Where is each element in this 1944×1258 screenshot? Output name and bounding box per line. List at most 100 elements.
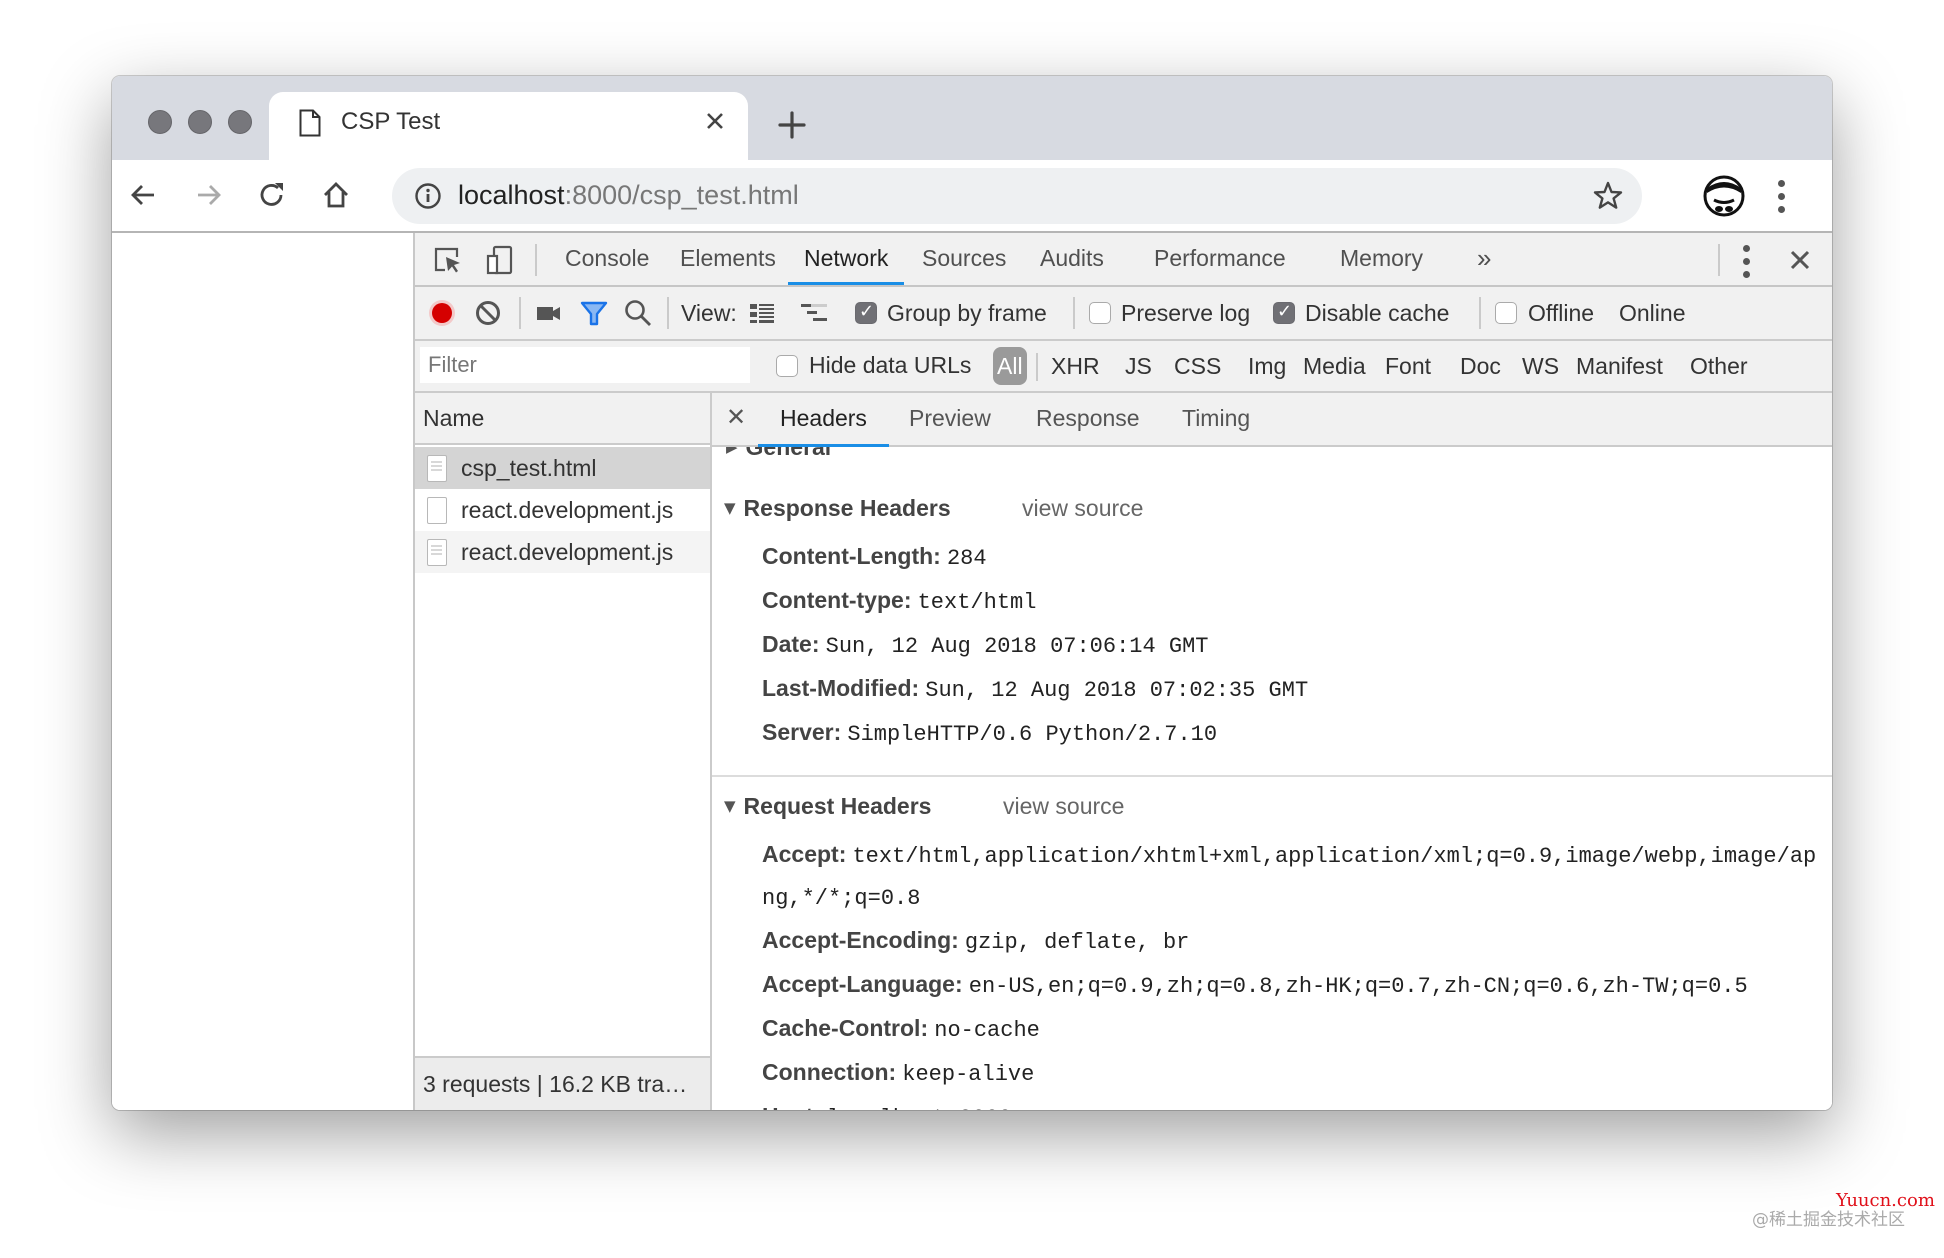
view-label: View: [681,300,737,326]
offline-label: Offline [1528,300,1595,326]
bookmark-star-icon[interactable] [1592,180,1624,212]
script-file-icon [427,497,447,524]
tab-title: CSP Test [341,108,441,135]
filter-type-ws[interactable]: WS [1518,347,1563,385]
response-view-source-link[interactable]: view source [1022,495,1143,522]
response-headers-toggle[interactable]: ▼ Response Headers [724,495,951,522]
throttling-select[interactable]: Online [1619,287,1685,339]
divider [1036,353,1038,381]
group-by-frame-checkbox[interactable] [855,301,877,324]
url-text[interactable]: localhost:8000/csp_test.html [458,180,799,211]
device-toolbar-icon[interactable] [485,245,515,275]
tab-audits[interactable]: Audits [1030,233,1114,285]
filter-type-other[interactable]: Other [1686,347,1752,385]
response-header-row: Date: Sun, 12 Aug 2018 07:06:14 GMT [762,631,1209,659]
request-row[interactable]: csp_test.html [415,447,710,489]
request-header-row: Accept-Language: en-US,en;q=0.9,zh;q=0.8… [762,971,1748,999]
filter-type-js[interactable]: JS [1121,347,1156,385]
browser-tab[interactable]: CSP Test [269,92,748,160]
clear-icon[interactable] [473,298,503,328]
tab-preview[interactable]: Preview [909,393,991,445]
request-headers-toggle[interactable]: ▼ Request Headers [724,793,931,820]
close-window-button[interactable] [148,110,172,134]
address-bar[interactable]: localhost:8000/csp_test.html [392,168,1642,224]
disable-cache-label: Disable cache [1305,300,1450,326]
site-info-icon[interactable] [414,182,442,210]
tab-timing[interactable]: Timing [1182,393,1250,445]
reload-icon[interactable] [254,177,290,213]
request-header-continuation: ng,*/*;q=0.8 [762,886,921,911]
search-icon[interactable] [623,298,653,328]
tab-network[interactable]: Network [787,233,905,285]
page-viewport [112,233,413,1110]
chrome-menu-icon[interactable] [1776,180,1786,214]
divider [519,297,521,329]
filter-type-manifest[interactable]: Manifest [1572,347,1667,385]
preserve-log-checkbox[interactable] [1089,302,1111,324]
tab-headers[interactable]: Headers [758,393,889,447]
preserve-log-label: Preserve log [1121,300,1251,326]
tab-elements[interactable]: Elements [670,233,786,285]
waterfall-overview-icon[interactable] [799,298,829,328]
document-file-icon [427,455,447,482]
watermark-overlay: Yuucn.com [1836,1190,1935,1211]
tab-response[interactable]: Response [1036,393,1140,445]
filter-type-media[interactable]: Media [1299,347,1370,385]
capture-screenshots-icon[interactable] [533,298,563,328]
minimize-window-button[interactable] [188,110,212,134]
disable-cache-checkbox[interactable] [1273,301,1295,324]
tab-close-icon[interactable] [700,106,730,136]
large-rows-icon[interactable] [747,298,777,328]
tab-performance[interactable]: Performance [1144,233,1296,285]
inspect-element-icon[interactable] [433,245,463,275]
filter-type-font[interactable]: Font [1381,347,1435,385]
filter-type-all[interactable]: All [993,347,1027,385]
filter-type-doc[interactable]: Doc [1456,347,1505,385]
offline-checkbox[interactable] [1495,302,1517,324]
filter-bar: Hide data URLs All XHR JS CSS Img Media … [415,341,1832,393]
request-header-row: Accept-Encoding: gzip, deflate, br [762,927,1190,955]
response-header-row: Content-Length: 284 [762,543,987,571]
filter-type-xhr[interactable]: XHR [1047,347,1104,385]
incognito-avatar-icon[interactable] [1702,174,1746,218]
zoom-window-button[interactable] [228,110,252,134]
name-column-header[interactable]: Name [415,393,710,445]
tab-console[interactable]: Console [555,233,659,285]
response-header-row: Content-type: text/html [762,587,1037,615]
expanded-triangle-icon: ▼ [724,499,736,517]
home-icon[interactable] [318,177,354,213]
forward-icon[interactable] [190,177,226,213]
filter-input[interactable] [420,347,750,383]
expanded-triangle-icon: ▼ [724,797,736,815]
hide-data-urls-checkbox[interactable] [776,355,798,377]
request-header-row: Host: localhost:8000 [762,1103,1012,1110]
section-divider [712,775,1832,777]
divider [1718,244,1720,276]
record-icon[interactable] [427,298,457,328]
network-summary: 3 requests | 16.2 KB tra… [415,1056,710,1110]
request-row[interactable]: react.development.js [415,531,710,573]
request-view-source-link[interactable]: view source [1003,793,1124,820]
request-header-row: Cache-Control: no-cache [762,1015,1040,1043]
devtools-panel: Console Elements Network Sources Audits … [413,233,1832,1110]
request-row[interactable]: react.development.js [415,489,710,531]
detail-tab-bar: ✕ Headers Preview Response Timing [712,393,1832,447]
filter-type-img[interactable]: Img [1244,347,1290,385]
tab-sources[interactable]: Sources [912,233,1016,285]
close-detail-icon[interactable]: ✕ [726,403,746,431]
tab-memory[interactable]: Memory [1330,233,1433,285]
request-header-row: Connection: keep-alive [762,1059,1035,1087]
response-header-row: Last-Modified: Sun, 12 Aug 2018 07:02:35… [762,675,1309,703]
divider [1479,297,1481,329]
filter-icon[interactable] [579,298,609,328]
devtools-tab-bar: Console Elements Network Sources Audits … [415,233,1832,287]
back-icon[interactable] [126,177,162,213]
filter-type-css[interactable]: CSS [1170,347,1225,385]
new-tab-icon[interactable] [774,107,810,143]
response-header-row: Server: SimpleHTTP/0.6 Python/2.7.10 [762,719,1218,747]
hide-data-urls-label: Hide data URLs [809,352,972,378]
more-tabs-icon[interactable]: » [1467,233,1501,285]
close-devtools-icon[interactable] [1785,245,1815,275]
devtools-menu-icon[interactable] [1741,245,1751,279]
request-name: react.development.js [461,539,674,565]
